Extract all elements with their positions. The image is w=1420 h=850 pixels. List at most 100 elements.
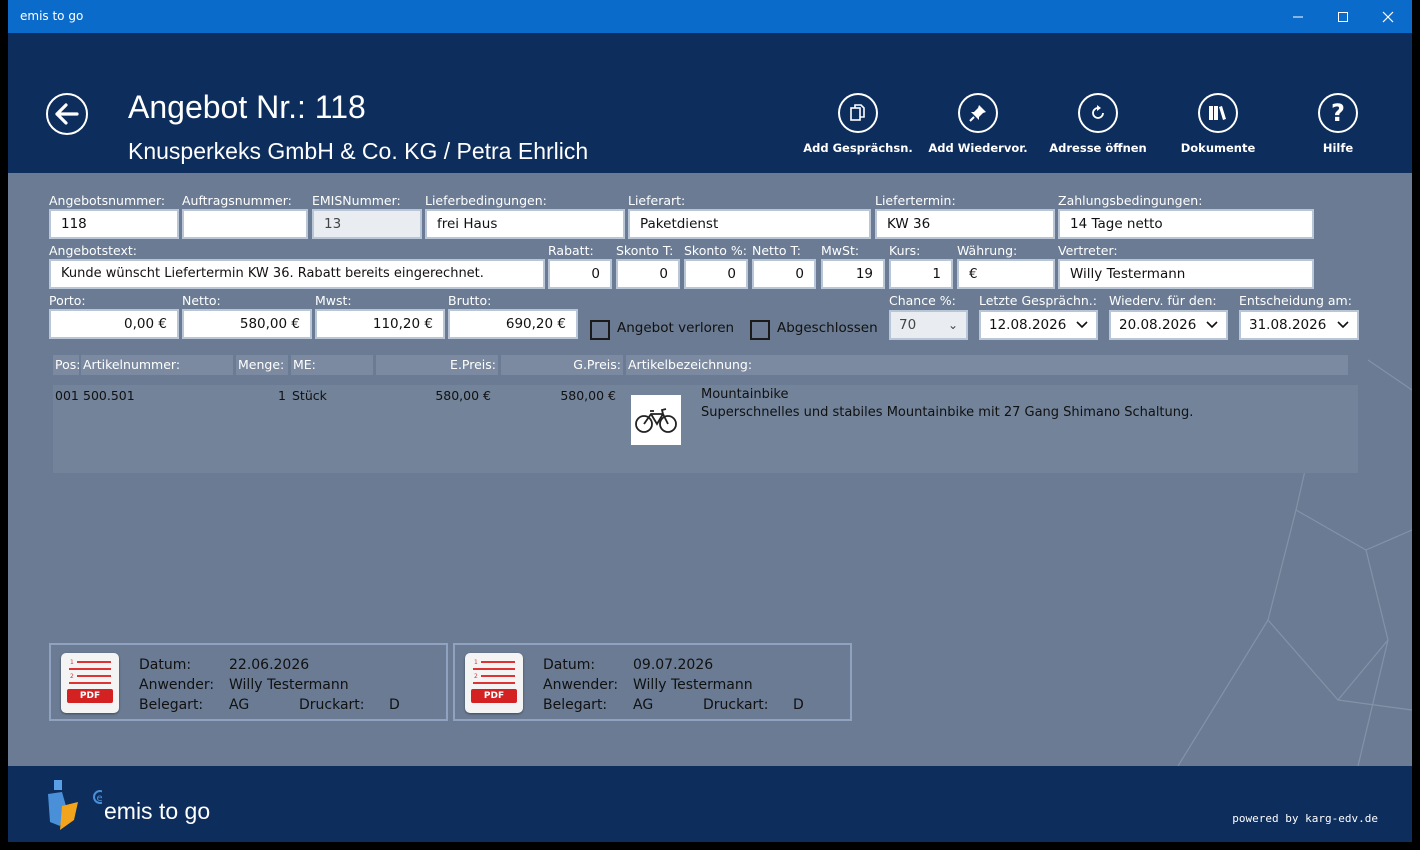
angebotstext-field[interactable]: Kunde wünscht Liefertermin KW 36. Rabatt… [49, 259, 545, 289]
window-title: emis to go [20, 9, 84, 23]
angebot-verloren-label: Angebot verloren [617, 320, 735, 336]
mwst-satz-label: MwSt: [821, 243, 860, 258]
chevron-down-icon [1206, 321, 1218, 329]
col-menge: Menge: [236, 355, 288, 375]
datum-label: Datum: [139, 657, 192, 673]
title-bar: emis to go [8, 0, 1412, 33]
chance-value: 70 [899, 317, 917, 333]
rabatt-field[interactable]: 0 [548, 259, 612, 289]
pdf-icon: 1 2 PDF [465, 653, 523, 713]
minimize-button[interactable] [1276, 0, 1320, 33]
emisnummer-field: 13 [312, 209, 422, 239]
lieferart-label: Lieferart: [628, 193, 686, 208]
druckart-value: D [793, 697, 804, 713]
row-title: Mountainbike [701, 387, 789, 402]
liefertermin-field[interactable]: KW 36 [875, 209, 1055, 239]
row-menge: 1 [278, 388, 286, 403]
app-footer: e emis to go powered by karg-edv.de [8, 766, 1412, 842]
abgeschlossen-checkbox[interactable] [750, 320, 770, 340]
row-gpreis: 580,00 € [560, 388, 616, 403]
lieferart-field[interactable]: Paketdienst [628, 209, 871, 239]
zahlungsbedingungen-field[interactable]: 14 Tage netto [1058, 209, 1314, 239]
row-pos: 001 [55, 388, 79, 403]
table-row[interactable]: 001 500.501 1 Stück 580,00 € 580,00 € Mo… [53, 385, 1358, 473]
letzte-gespraechsnotiz-label: Letzte Gesprächn.: [979, 293, 1097, 308]
porto-field[interactable]: 0,00 € [49, 309, 179, 339]
maximize-button[interactable] [1321, 0, 1365, 33]
emisnummer-label: EMISNummer: [312, 193, 401, 208]
porto-label: Porto: [49, 293, 86, 308]
entscheidung-label: Entscheidung am: [1239, 293, 1352, 308]
vertreter-label: Vertreter: [1058, 243, 1118, 258]
add-wiedervorlage-button[interactable]: Add Wiedervor. [923, 93, 1033, 155]
document-card[interactable]: 1 2 PDF Datum: 09.07.2026 Anwender: Will… [453, 643, 852, 721]
chevron-down-icon [1337, 321, 1349, 329]
toolbar-label: Hilfe [1322, 141, 1354, 155]
kurs-label: Kurs: [889, 243, 921, 258]
belegart-value: AG [229, 697, 250, 713]
close-button[interactable] [1366, 0, 1410, 33]
anwender-value: Willy Testermann [229, 677, 349, 693]
vertreter-field[interactable]: Willy Testermann [1058, 259, 1314, 289]
mwst-field: 110,20 € [315, 309, 445, 339]
mwst-satz-field[interactable]: 19 [821, 259, 885, 289]
skonto-prozent-label: Skonto %: [684, 243, 747, 258]
anwender-value: Willy Testermann [633, 677, 753, 693]
pdf-badge: PDF [471, 689, 517, 703]
abgeschlossen-label: Abgeschlossen [777, 320, 878, 336]
row-epreis: 580,00 € [435, 388, 491, 403]
row-description: Superschnelles und stabiles Mountainbike… [701, 405, 1194, 420]
pin-icon [958, 93, 998, 133]
add-gespraechsnotiz-button[interactable]: Add Gesprächsn. [803, 93, 913, 155]
hilfe-button[interactable]: ? Hilfe [1283, 93, 1393, 155]
belegart-value: AG [633, 697, 654, 713]
angebotsnummer-label: Angebotsnummer: [49, 193, 166, 208]
wiedervorlage-value: 20.08.2026 [1119, 317, 1197, 333]
entscheidung-datepicker[interactable]: 31.08.2026 [1239, 310, 1359, 340]
refresh-icon [1078, 93, 1118, 133]
brutto-field: 690,20 € [448, 309, 578, 339]
druckart-label: Druckart: [703, 697, 769, 713]
kurs-field[interactable]: 1 [889, 259, 953, 289]
help-icon: ? [1318, 93, 1358, 133]
powered-by: powered by karg-edv.de [1232, 812, 1378, 825]
wiedervorlage-label: Wiederv. für den: [1109, 293, 1217, 308]
auftragsnummer-field[interactable] [182, 209, 308, 239]
col-pos: Pos: [53, 355, 80, 375]
toolbar-label: Add Gesprächsn. [803, 141, 913, 155]
druckart-value: D [389, 697, 400, 713]
chance-select[interactable]: 70 ⌄ [889, 310, 968, 340]
datum-value: 09.07.2026 [633, 657, 714, 673]
skonto-prozent-field[interactable]: 0 [684, 259, 748, 289]
dokumente-button[interactable]: Dokumente [1163, 93, 1273, 155]
lieferbedingungen-field[interactable]: frei Haus [425, 209, 625, 239]
back-button[interactable] [46, 93, 88, 135]
lieferbedingungen-label: Lieferbedingungen: [425, 193, 547, 208]
row-artikelnummer: 500.501 [83, 388, 135, 403]
datum-label: Datum: [543, 657, 596, 673]
chevron-down-icon [1076, 321, 1088, 329]
toolbar-label: Adresse öffnen [1049, 141, 1147, 155]
angebot-verloren-checkbox[interactable] [590, 320, 610, 340]
col-artikelbezeichnung: Artikelbezeichnung: [626, 355, 1348, 375]
rabatt-label: Rabatt: [548, 243, 594, 258]
angebotsnummer-field[interactable]: 118 [49, 209, 179, 239]
document-card[interactable]: 1 2 PDF Datum: 22.06.2026 Anwender: Will… [49, 643, 448, 721]
letzte-gespraechsnotiz-value: 12.08.2026 [989, 317, 1067, 333]
maximize-icon [1338, 11, 1348, 22]
datum-value: 22.06.2026 [229, 657, 310, 673]
adresse-oeffnen-button[interactable]: Adresse öffnen [1043, 93, 1153, 155]
row-me: Stück [292, 388, 327, 403]
col-gpreis: G.Preis: [501, 355, 623, 375]
netto-tage-field[interactable]: 0 [752, 259, 816, 289]
letzte-gespraechsnotiz-datepicker[interactable]: 12.08.2026 [979, 310, 1098, 340]
skonto-tage-field[interactable]: 0 [616, 259, 680, 289]
belegart-label: Belegart: [139, 697, 204, 713]
close-icon [1382, 11, 1394, 22]
auftragsnummer-label: Auftragsnummer: [182, 193, 292, 208]
waehrung-field[interactable]: € [957, 259, 1055, 289]
wiedervorlage-datepicker[interactable]: 20.08.2026 [1109, 310, 1228, 340]
minimize-icon [1293, 16, 1303, 17]
pdf-icon: 1 2 PDF [61, 653, 119, 713]
article-grid: 001 500.501 1 Stück 580,00 € 580,00 € Mo… [53, 385, 1358, 473]
